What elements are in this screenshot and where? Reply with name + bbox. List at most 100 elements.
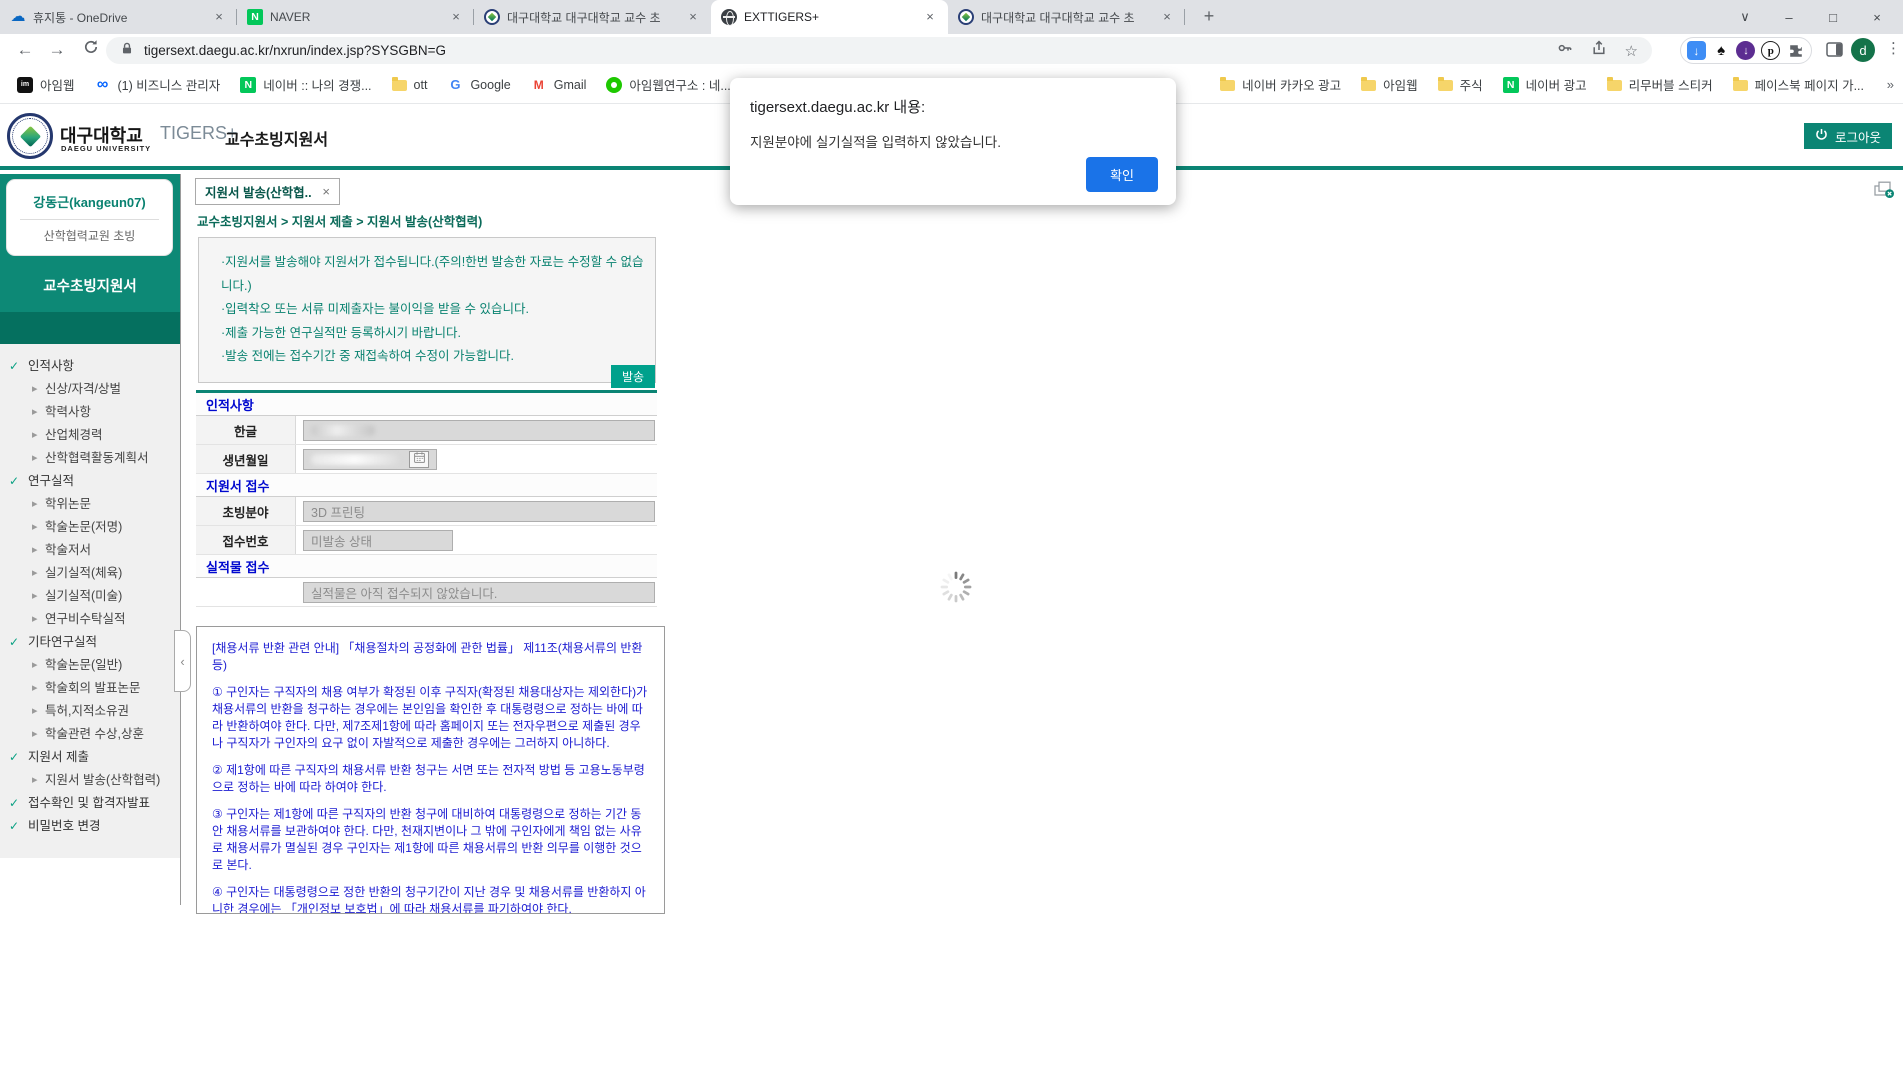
browser-tab[interactable]: NAVER × xyxy=(237,0,474,34)
sidebar-collapse-handle[interactable]: ‹ xyxy=(174,630,191,692)
sidebar-menu-item[interactable]: 지원서 제출 xyxy=(0,746,180,769)
bookmark-item[interactable]: ott xyxy=(383,74,437,96)
header-nav-item[interactable]: 교수초빙지원서 xyxy=(225,126,328,150)
notice-line: ·발송 전에는 접수기간 중 재접속하여 수정이 가능합니다. xyxy=(221,345,645,369)
sidebar-menu-item[interactable]: 실기실적(미술) xyxy=(0,585,180,608)
bookmark-item[interactable]: 리무버블 스티커 xyxy=(1598,71,1722,98)
tab-close-icon[interactable]: × xyxy=(211,9,227,25)
sidebar-menu-label: 학술논문(일반) xyxy=(45,658,122,672)
sidebar-menu-item[interactable]: 인적사항 xyxy=(0,355,180,378)
bookmark-item[interactable]: 네이버 카카오 광고 xyxy=(1211,71,1350,98)
sidebar-menu-label: 학술저서 xyxy=(45,543,91,557)
user-name: 강동근(kangeun07) xyxy=(7,192,172,211)
bookmarks-overflow-icon[interactable]: » xyxy=(1887,77,1894,92)
side-panel-icon[interactable] xyxy=(1826,42,1843,62)
sidebar-menu-label: 실기실적(미술) xyxy=(45,589,122,603)
dark-extension-icon[interactable] xyxy=(1712,41,1731,60)
browser-menu-icon[interactable]: ⋮ xyxy=(1886,39,1901,57)
document-tab-close-icon[interactable]: × xyxy=(322,184,330,199)
works-input[interactable]: 실적물은 아직 접수되지 않았습니다. xyxy=(303,582,655,603)
bookmark-item[interactable]: 아임웹 xyxy=(1352,71,1427,98)
receipt-number-input[interactable]: 미발송 상태 xyxy=(303,530,453,551)
browser-tab[interactable]: EXTTIGERS+ × xyxy=(711,0,948,34)
document-tab[interactable]: 지원서 발송(산학협.. × xyxy=(195,178,340,205)
table-row: 한글 xyxy=(196,416,657,445)
calendar-button[interactable] xyxy=(409,451,429,468)
bookmark-item[interactable]: 주식 xyxy=(1429,71,1492,98)
sidebar-dark-band xyxy=(0,312,180,344)
sidebar-menu-item[interactable]: 실기실적(체육) xyxy=(0,562,180,585)
tab-close-icon[interactable]: × xyxy=(1159,9,1175,25)
sidebar-menu-item[interactable]: 접수확인 및 합격자발표 xyxy=(0,792,180,815)
sidebar-menu-item[interactable]: 학술관련 수상,상훈 xyxy=(0,723,180,746)
extensions-puzzle-icon[interactable] xyxy=(1786,41,1805,60)
sidebar-menu-label: 학술논문(저명) xyxy=(45,520,122,534)
sidebar-menu-item[interactable]: 학술회의 발표논문 xyxy=(0,677,180,700)
browser-tab[interactable]: 대구대학교 대구대학교 교수 초 × xyxy=(474,0,711,34)
password-key-icon[interactable] xyxy=(1557,40,1573,61)
bookmark-item[interactable]: 네이버 :: 나의 경쟁... xyxy=(231,71,380,98)
sidebar-menu-item[interactable]: 기타연구실적 xyxy=(0,631,180,654)
browser-tab[interactable]: 대구대학교 대구대학교 교수 초 × xyxy=(948,0,1185,34)
new-tab-button[interactable]: + xyxy=(1196,4,1222,30)
bookmark-icon xyxy=(1607,80,1622,91)
bookmark-item[interactable]: 아임웹 xyxy=(8,71,84,98)
bookmark-item[interactable]: Google xyxy=(438,73,519,97)
sidebar-menu-item[interactable]: 학술저서 xyxy=(0,539,180,562)
minimize-icon[interactable]: – xyxy=(1767,10,1811,25)
extensions-pill xyxy=(1680,37,1812,64)
bookmark-icon xyxy=(1361,80,1376,91)
bookmark-label: 페이스북 페이지 가... xyxy=(1755,75,1864,94)
tab-close-icon[interactable]: × xyxy=(448,9,464,25)
share-icon[interactable] xyxy=(1591,40,1607,61)
sidebar-menu-item[interactable]: 신상/자격/상벌 xyxy=(0,378,180,401)
purple-downloader-extension-icon[interactable] xyxy=(1736,41,1755,60)
sidebar-menu-item[interactable]: 비밀번호 변경 xyxy=(0,815,180,838)
bookmark-item[interactable]: Gmail xyxy=(522,73,596,97)
bookmark-item[interactable]: 네이버 광고 xyxy=(1494,71,1596,98)
reload-icon[interactable] xyxy=(80,39,102,61)
forward-icon[interactable]: → xyxy=(46,39,68,61)
sidebar-menu-item[interactable]: 학위논문 xyxy=(0,493,180,516)
sidebar-menu-item[interactable]: 산학협력활동계획서 xyxy=(0,447,180,470)
sidebar-menu-item[interactable]: 특허,지적소유권 xyxy=(0,700,180,723)
sidebar-menu-label: 접수확인 및 합격자발표 xyxy=(28,796,150,810)
tab-title: 대구대학교 대구대학교 교수 초 xyxy=(981,9,1152,26)
profile-avatar[interactable]: d xyxy=(1851,38,1875,62)
close-all-windows-icon[interactable] xyxy=(1874,181,1895,204)
tab-close-icon[interactable]: × xyxy=(922,9,938,25)
address-bar[interactable]: tigersext.daegu.ac.kr/nxrun/index.jsp?SY… xyxy=(106,37,1652,64)
breadcrumb: 교수초빙지원서 > 지원서 제출 > 지원서 발송(산학협력) xyxy=(197,211,482,230)
calendar-icon xyxy=(413,451,426,467)
pinterest-extension-icon[interactable] xyxy=(1761,41,1780,60)
bookmark-label: 주식 xyxy=(1460,75,1483,94)
sidebar-menu-item[interactable]: 산업체경력 xyxy=(0,424,180,447)
sidebar-menu-item[interactable]: 연구실적 xyxy=(0,470,180,493)
bookmark-star-icon[interactable]: ☆ xyxy=(1625,42,1638,60)
browser-tab[interactable]: 휴지통 - OneDrive × xyxy=(0,0,237,34)
back-icon[interactable]: ← xyxy=(14,39,36,61)
sidebar-menu-item[interactable]: 지원서 발송(산학협력) xyxy=(0,769,180,792)
downloader-extension-icon[interactable] xyxy=(1687,41,1706,60)
birthdate-input[interactable] xyxy=(303,449,437,470)
sidebar-menu-item[interactable]: 학력사항 xyxy=(0,401,180,424)
logout-button[interactable]: 로그아웃 xyxy=(1804,123,1892,149)
field-input[interactable]: 3D 프린팅 xyxy=(303,501,655,522)
maximize-icon[interactable]: □ xyxy=(1811,10,1855,25)
tab-close-icon[interactable]: × xyxy=(685,9,701,25)
bookmark-item[interactable]: 페이스북 페이지 가... xyxy=(1724,71,1873,98)
url-text[interactable]: tigersext.daegu.ac.kr/nxrun/index.jsp?SY… xyxy=(144,43,446,58)
sidebar-menu-item[interactable]: 연구비수탁실적 xyxy=(0,608,180,631)
loading-spinner xyxy=(939,570,973,604)
bookmark-item[interactable]: 아임웹연구소 : 네... xyxy=(597,71,739,98)
send-button[interactable]: 발송 xyxy=(611,365,655,388)
bookmark-item[interactable]: (1) 비즈니스 관리자 xyxy=(86,71,230,98)
sidebar-menu-item[interactable]: 학술논문(저명) xyxy=(0,516,180,539)
sidebar-menu-item[interactable]: 학술논문(일반) xyxy=(0,654,180,677)
hangul-input[interactable] xyxy=(303,420,655,441)
alert-confirm-button[interactable]: 확인 xyxy=(1086,157,1158,192)
window-menu-icon[interactable]: ∨ xyxy=(1723,9,1767,25)
close-icon[interactable]: × xyxy=(1855,10,1899,25)
lock-icon xyxy=(120,41,134,61)
sidebar-menu-label: 연구실적 xyxy=(28,474,74,488)
